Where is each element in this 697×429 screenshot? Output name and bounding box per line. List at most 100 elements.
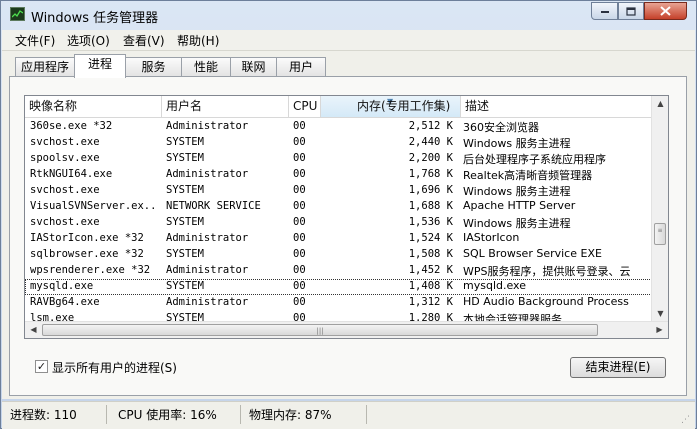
table-row[interactable]: 360se.exe *32 Administrator 00 2,512 K 360安全… — [25, 119, 652, 135]
column-header-description[interactable]: 描述 — [461, 96, 652, 118]
process-description: IAStorIcon — [463, 231, 520, 244]
process-memory: 1,768 K — [408, 168, 453, 180]
process-user-name: Administrator — [166, 232, 249, 244]
process-cpu: 00 — [293, 152, 306, 164]
process-cpu: 00 — [293, 216, 306, 228]
title-bar[interactable]: Windows 任务管理器 — [1, 1, 696, 29]
table-row[interactable]: mysqld.exe SYSTEM 00 1,408 K mysqld.exe — [25, 279, 652, 295]
process-description: SQL Browser Service EXE — [463, 247, 602, 260]
process-memory: 1,312 K — [408, 296, 453, 308]
process-image-name: sqlbrowser.exe *32 — [30, 248, 144, 260]
tab-services[interactable]: 服务 — [125, 57, 182, 76]
process-description: Windows 服务主进程 — [463, 217, 571, 230]
process-user-name: SYSTEM — [166, 216, 204, 228]
process-memory: 2,440 K — [408, 136, 453, 148]
process-cpu: 00 — [293, 120, 306, 132]
column-header-user-name[interactable]: 用户名 — [162, 96, 289, 118]
table-row[interactable]: svchost.exe SYSTEM 00 1,696 K Windows 服务主进程 — [25, 183, 652, 199]
table-row[interactable]: spoolsv.exe SYSTEM 00 2,200 K 后台处理程序子系统应用程序 — [25, 151, 652, 167]
scroll-left-icon[interactable]: ◀ — [25, 322, 42, 338]
process-image-name: svchost.exe — [30, 136, 100, 148]
process-memory: 2,512 K — [408, 120, 453, 132]
process-cpu: 00 — [293, 280, 306, 292]
tab-applications[interactable]: 应用程序 — [15, 57, 75, 76]
status-process-count: 进程数: 110 — [10, 408, 77, 422]
process-description: mysqld.exe — [463, 279, 526, 292]
process-user-name: SYSTEM — [166, 136, 204, 148]
show-all-users-label[interactable]: 显示所有用户的进程(S) — [52, 359, 177, 376]
table-row[interactable]: RAVBg64.exe Administrator 00 1,312 K HD Audi… — [25, 295, 652, 311]
process-cpu: 00 — [293, 168, 306, 180]
scroll-right-icon[interactable]: ▶ — [651, 322, 668, 338]
checkmark-icon: ✓ — [36, 360, 47, 373]
close-button[interactable] — [644, 2, 687, 20]
process-memory: 1,524 K — [408, 232, 453, 244]
process-image-name: spoolsv.exe — [30, 152, 100, 164]
process-cpu: 00 — [293, 296, 306, 308]
column-header-memory[interactable]: ▼ 内存(专用工作集) — [321, 96, 461, 118]
table-row[interactable]: wpsrenderer.exe *32 Administrator 00 1,452 … — [25, 263, 652, 279]
process-list[interactable]: 映像名称 用户名 CPU ▼ 内存(专用工作集) 描述 360se.exe *3… — [24, 95, 669, 339]
tab-performance[interactable]: 性能 — [181, 57, 231, 76]
resize-grip-icon[interactable]: ⋰ — [681, 415, 693, 427]
close-icon — [660, 6, 671, 16]
status-cpu-usage: CPU 使用率: 16% — [118, 408, 217, 422]
horizontal-scroll-thumb[interactable]: ||| — [42, 324, 598, 336]
menu-help[interactable]: 帮助(H) — [177, 32, 219, 49]
process-description: Windows 服务主进程 — [463, 185, 571, 198]
minimize-button[interactable] — [591, 2, 618, 20]
process-image-name: VisualSVNServer.ex... — [30, 200, 156, 212]
process-user-name: NETWORK SERVICE — [166, 200, 261, 212]
tab-networking[interactable]: 联网 — [230, 57, 277, 76]
scroll-down-icon[interactable]: ▼ — [652, 306, 668, 322]
process-user-name: Administrator — [166, 168, 249, 180]
process-description: Realtek高清晰音频管理器 — [463, 169, 593, 182]
process-cpu: 00 — [293, 136, 306, 148]
column-header-cpu[interactable]: CPU — [289, 96, 321, 118]
column-header-image-name[interactable]: 映像名称 — [25, 96, 162, 118]
window-title: Windows 任务管理器 — [31, 11, 159, 26]
maximize-button[interactable] — [618, 2, 644, 20]
process-memory: 1,696 K — [408, 184, 453, 196]
process-user-name: Administrator — [166, 296, 249, 308]
tab-processes[interactable]: 进程 — [74, 54, 126, 78]
end-process-button[interactable]: 结束进程(E) — [570, 357, 666, 378]
process-cpu: 00 — [293, 264, 306, 276]
process-description: 后台处理程序子系统应用程序 — [463, 153, 606, 166]
status-memory-usage: 物理内存: 87% — [249, 408, 332, 422]
process-description: 360安全浏览器 — [463, 121, 539, 134]
table-row[interactable]: IAStorIcon.exe *32 Administrator 00 1,524 K… — [25, 231, 652, 247]
menu-options[interactable]: 选项(O) — [67, 32, 110, 49]
table-row[interactable]: sqlbrowser.exe *32 SYSTEM 00 1,508 K SQL Bro… — [25, 247, 652, 263]
client-area: 应用程序 进程 服务 性能 联网 用户 映像名称 用户名 CPU ▼ 内存(专用… — [2, 51, 695, 399]
process-description: HD Audio Background Process — [463, 295, 629, 308]
process-cpu: 00 — [293, 248, 306, 260]
task-manager-window: Windows 任务管理器 文件(F) 选项(O) 查看(V) 帮助(H) 应用… — [0, 0, 697, 429]
menu-view[interactable]: 查看(V) — [123, 32, 165, 49]
process-description: Windows 服务主进程 — [463, 137, 571, 150]
tab-users[interactable]: 用户 — [276, 57, 326, 76]
process-image-name: svchost.exe — [30, 184, 100, 196]
process-image-name: 360se.exe *32 — [30, 120, 113, 132]
process-user-name: SYSTEM — [166, 184, 204, 196]
scroll-up-icon[interactable]: ▲ — [652, 96, 668, 112]
table-row[interactable]: VisualSVNServer.ex... NETWORK SERVICE 00 1,… — [25, 199, 652, 215]
process-image-name: RtkNGUI64.exe — [30, 168, 113, 180]
table-row[interactable]: svchost.exe SYSTEM 00 1,536 K Windows 服务主进程 — [25, 215, 652, 231]
show-all-users-checkbox[interactable]: ✓ — [35, 360, 48, 373]
table-row[interactable]: svchost.exe SYSTEM 00 2,440 K Windows 服务主进程 — [25, 135, 652, 151]
process-user-name: SYSTEM — [166, 152, 204, 164]
table-row[interactable]: RtkNGUI64.exe Administrator 00 1,768 K Realt… — [25, 167, 652, 183]
vertical-scrollbar[interactable]: ▲ ≡ ▼ — [651, 96, 668, 322]
process-memory: 1,688 K — [408, 200, 453, 212]
process-user-name: Administrator — [166, 120, 249, 132]
process-cpu: 00 — [293, 184, 306, 196]
menu-file[interactable]: 文件(F) — [15, 32, 55, 49]
task-manager-app-icon — [10, 7, 25, 21]
vertical-scroll-thumb[interactable]: ≡ — [654, 223, 666, 245]
horizontal-scrollbar[interactable]: ◀ ||| ▶ — [25, 321, 668, 338]
process-cpu: 00 — [293, 232, 306, 244]
process-description: WPS服务程序，提供账号登录、云 — [463, 265, 631, 278]
process-memory: 1,508 K — [408, 248, 453, 260]
column-header-memory-label: 内存(专用工作集) — [357, 99, 451, 113]
